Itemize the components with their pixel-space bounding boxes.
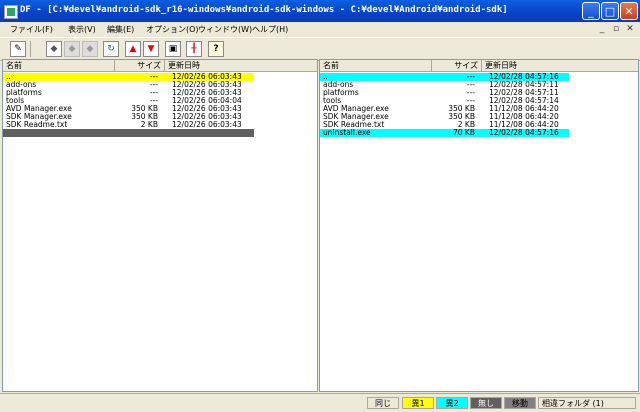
window-title: DF - [C:¥devel¥android-sdk_r16-windows¥a… <box>20 5 508 15</box>
app-icon[interactable] <box>4 5 18 19</box>
title-bar: DF - [C:¥devel¥android-sdk_r16-windows¥a… <box>0 0 640 22</box>
copy-left-icon[interactable]: ◆ <box>46 41 62 57</box>
file-name: SDK Readme.txt <box>6 120 68 129</box>
column-date-header[interactable]: 更新日時 <box>482 60 638 71</box>
close-button[interactable]: ✕ <box>620 2 638 20</box>
mdi-restore-button[interactable]: ▫ <box>610 23 622 35</box>
file-size: 2 KB <box>140 120 158 129</box>
menu-help[interactable]: ヘルプ(H) <box>252 24 288 35</box>
copy-all-icon[interactable]: ◆ <box>82 41 98 57</box>
mdi-minimize-button[interactable]: _ <box>596 23 608 35</box>
refresh-icon[interactable]: ↻ <box>103 41 119 57</box>
status-moved: 移動 <box>504 397 536 409</box>
menu-view[interactable]: 表示(V) <box>68 24 96 35</box>
menu-edit[interactable]: 編集(E) <box>107 24 134 35</box>
minimize-button[interactable]: _ <box>582 2 600 20</box>
column-header: 名前 サイズ 更新日時 <box>3 60 317 72</box>
column-size-header[interactable]: サイズ <box>115 60 165 71</box>
menu-window[interactable]: ウィンドウ(W) <box>198 24 252 35</box>
split-icon[interactable]: ╫ <box>186 41 202 57</box>
maximize-button[interactable]: □ <box>601 2 619 20</box>
left-file-pane[interactable]: 名前 サイズ 更新日時 .. --- 12/02/26 06:03:43 add-on… <box>2 59 318 392</box>
column-name-header[interactable]: 名前 <box>320 60 432 71</box>
status-diff-folder: 相違フォルダ (1) <box>538 397 636 409</box>
file-row[interactable]: SDK Readme.txt 2 KB 12/02/26 06:03:43 <box>3 121 254 129</box>
status-same: 同じ <box>367 397 399 409</box>
right-file-pane[interactable]: 名前 サイズ 更新日時 .. --- 12/02/28 04:57:16 add-on… <box>319 59 639 392</box>
window-icon[interactable]: ▣ <box>165 41 181 57</box>
file-row[interactable]: uninstall.exe 70 KB 12/02/28 04:57:16 <box>320 129 569 137</box>
copy-right-icon[interactable]: ◆ <box>64 41 80 57</box>
diff-down-icon[interactable]: ▼ <box>143 41 159 57</box>
help-icon[interactable]: ? <box>208 41 224 57</box>
status-diff1: 異1 <box>402 397 434 409</box>
column-name-header[interactable]: 名前 <box>3 60 115 71</box>
column-header: 名前 サイズ 更新日時 <box>320 60 638 72</box>
file-date: 12/02/26 06:03:43 <box>172 120 242 129</box>
edit-icon[interactable]: ✎ <box>10 41 26 57</box>
file-name: uninstall.exe <box>323 128 371 137</box>
status-diff2: 異2 <box>436 397 468 409</box>
file-row[interactable] <box>3 129 254 137</box>
column-date-header[interactable]: 更新日時 <box>165 60 317 71</box>
file-date: 12/02/28 04:57:16 <box>489 128 559 137</box>
menu-bar: ファイル(F) 表示(V) 編集(E) オプション(O) ウィンドウ(W) ヘル… <box>0 22 640 37</box>
toolbar: ✎ ◆ ◆ ◆ ↻ ▲ ▼ ▣ ╫ ? <box>0 37 640 61</box>
mdi-close-button[interactable]: ✕ <box>624 23 636 35</box>
menu-options[interactable]: オプション(O) <box>146 24 199 35</box>
file-size: 70 KB <box>453 128 475 137</box>
diff-up-icon[interactable]: ▲ <box>125 41 141 57</box>
status-none: 無し <box>470 397 502 409</box>
status-bar: 同じ 異1 異2 無し 移動 相違フォルダ (1) <box>0 393 640 412</box>
menu-file[interactable]: ファイル(F) <box>10 24 53 35</box>
column-size-header[interactable]: サイズ <box>432 60 482 71</box>
toolbar-separator <box>30 41 31 57</box>
